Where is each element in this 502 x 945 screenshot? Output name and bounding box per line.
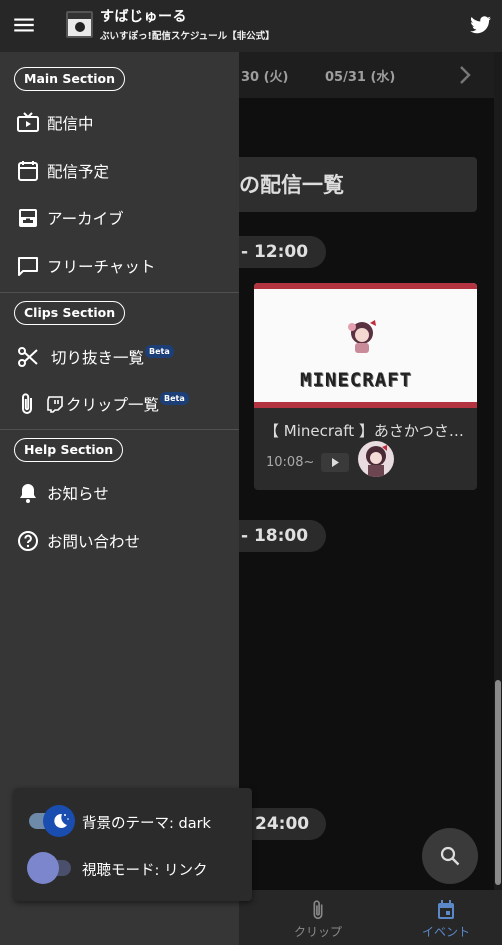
stream-card-title: 【 Minecraft 】あさかつさ… <box>264 422 464 440</box>
stream-card[interactable]: MINECRAFT 【 Minecraft 】あさかつさ… 10:08~ <box>254 283 477 490</box>
theme-toggle[interactable] <box>27 805 75 837</box>
twitch-icon <box>47 396 63 413</box>
nav-item-label: 切り抜き一覧 Beta <box>51 345 174 368</box>
nav-item-archive[interactable]: アーカイブ <box>0 195 239 241</box>
bottom-nav-clip-label: クリップ <box>293 925 342 939</box>
view-mode-toggle-label: 視聴モード: リンク <box>82 863 208 879</box>
nav-item-news[interactable]: お知らせ <box>0 470 239 516</box>
chevron-right-icon[interactable] <box>456 64 474 86</box>
beta-badge: Beta <box>145 345 174 358</box>
clips-section-chip: Clips Section <box>14 301 126 325</box>
time-slot-chip: - 12:00 <box>239 236 326 268</box>
character-illustration <box>342 317 382 357</box>
youtube-icon <box>321 453 349 472</box>
help-section-chip: Help Section <box>14 438 124 462</box>
archive-icon <box>16 206 40 230</box>
app-logo[interactable] <box>66 11 93 38</box>
time-slot-label: - 12:00 <box>241 242 309 262</box>
nav-item-label: フリーチャット <box>47 258 156 276</box>
time-slot-label: - 18:00 <box>241 526 309 546</box>
main-section-chip: Main Section <box>14 67 126 91</box>
nav-item-live[interactable]: 配信中 <box>0 100 239 146</box>
schedule-content <box>239 98 502 890</box>
app-title[interactable]: すばじゅーる <box>100 6 187 26</box>
help-circle-icon <box>16 529 40 553</box>
nav-item-label: 配信予定 <box>47 163 110 181</box>
beta-badge: Beta <box>160 392 189 405</box>
tv-icon <box>16 111 40 135</box>
paperclip-icon <box>16 392 40 416</box>
view-mode-toggle[interactable] <box>27 852 75 884</box>
bottom-nav-event-label: イベント <box>421 925 470 939</box>
calendar-icon <box>16 159 40 183</box>
search-icon <box>440 846 460 866</box>
chat-icon <box>16 254 40 278</box>
date-tab[interactable]: 05/31 (水) <box>325 66 395 85</box>
nav-item-free-chat[interactable]: フリーチャット <box>0 243 239 289</box>
nav-item-label: クリップ一覧 Beta <box>47 392 189 415</box>
bottom-nav-event[interactable]: イベント <box>381 890 502 945</box>
nav-item-contact[interactable]: お問い合わせ <box>0 518 239 564</box>
avatar[interactable] <box>358 441 394 477</box>
stream-list-heading: の配信一覧 <box>239 157 477 212</box>
nav-item-label: 配信中 <box>47 115 94 133</box>
nav-item-clips-list[interactable]: 切り抜き一覧 Beta <box>0 334 239 380</box>
app-bar: すばじゅーる ぶいすぽっ!配信スケジュール【非公式】 <box>0 0 502 52</box>
hamburger-menu-icon[interactable] <box>11 12 37 38</box>
stream-card-time: 10:08~ <box>266 455 315 470</box>
nav-item-label: お知らせ <box>47 485 109 503</box>
search-button[interactable] <box>422 828 478 884</box>
scissors-icon <box>16 345 40 369</box>
calendar-event-icon <box>438 900 454 919</box>
bell-icon <box>16 481 40 505</box>
display-settings-panel: 背景のテーマ: dark 視聴モード: リンク <box>14 788 252 901</box>
moon-icon <box>54 813 69 828</box>
nav-item-label: お問い合わせ <box>47 533 141 551</box>
divider <box>0 429 239 430</box>
thumbnail-text: MINECRAFT <box>300 369 412 391</box>
bottom-nav-clip[interactable]: クリップ <box>253 890 383 945</box>
scrollbar-thumb[interactable] <box>495 680 501 885</box>
paperclip-icon <box>313 900 323 920</box>
twitter-icon[interactable] <box>470 16 492 36</box>
divider <box>0 292 239 293</box>
nav-item-label: アーカイブ <box>47 210 124 228</box>
date-tab[interactable]: 30 (火) <box>241 66 289 85</box>
date-tabs: 30 (火) 05/31 (水) <box>239 52 502 98</box>
time-slot-chip: 24:00 <box>239 808 326 840</box>
time-slot-label: 24:00 <box>255 814 310 834</box>
theme-toggle-label: 背景のテーマ: dark <box>82 816 211 832</box>
stream-list-title: の配信一覧 <box>239 173 344 197</box>
app-subtitle: ぶいすぽっ!配信スケジュール【非公式】 <box>100 31 275 42</box>
time-slot-chip: - 18:00 <box>239 520 326 552</box>
nav-item-upcoming[interactable]: 配信予定 <box>0 148 239 194</box>
nav-item-twitch-clips[interactable]: クリップ一覧 Beta <box>0 381 239 427</box>
stream-thumbnail: MINECRAFT <box>254 283 477 408</box>
